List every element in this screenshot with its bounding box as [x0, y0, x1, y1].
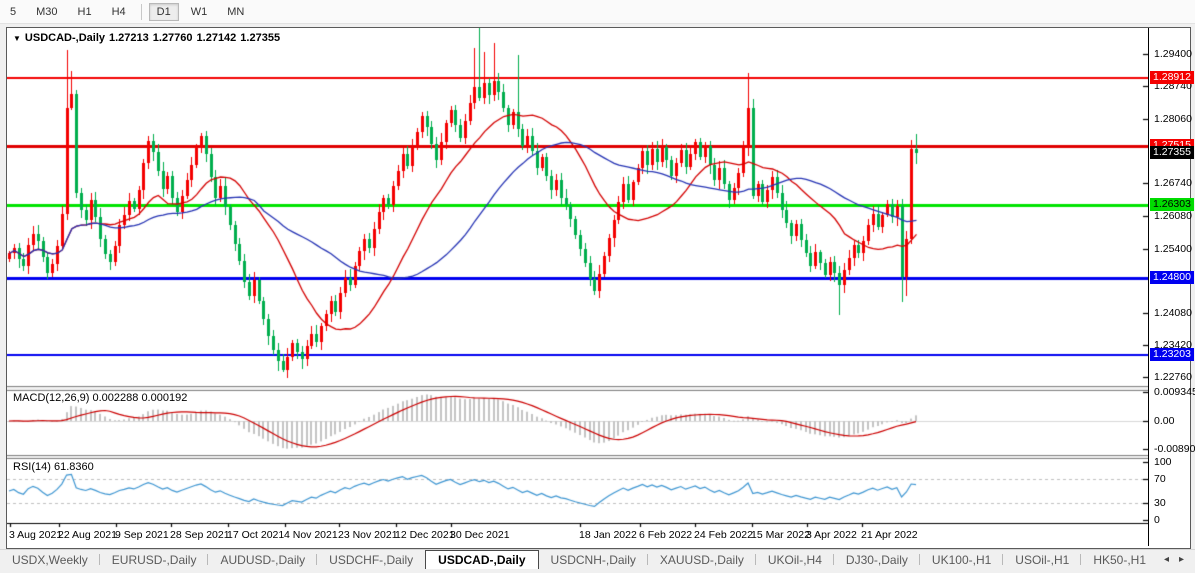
- timeframe-button-5[interactable]: 5: [2, 3, 24, 21]
- chart-canvas[interactable]: [7, 28, 1148, 546]
- rsi-tick-label: 100: [1154, 456, 1172, 468]
- chart-tab-usoil[interactable]: USOil-,H1: [1003, 550, 1081, 569]
- rsi-tick-label: 70: [1154, 473, 1166, 485]
- macd-tick-label: -0.008902: [1154, 443, 1195, 455]
- chart-tab-hk50[interactable]: HK50-,H1: [1081, 550, 1158, 569]
- date-label: 18 Jan 2022: [579, 529, 637, 541]
- date-label: 15 Mar 2022: [751, 529, 810, 541]
- price-tick-label: 1.29400: [1154, 48, 1192, 60]
- timeframe-button-w1[interactable]: W1: [183, 3, 216, 21]
- chart-tab-xauusd[interactable]: XAUUSD-,Daily: [648, 550, 756, 569]
- price-badge: 1.27355: [1150, 146, 1194, 159]
- chart-title: ▼ USDCAD-,Daily 1.27213 1.27760 1.27142 …: [13, 32, 280, 44]
- macd-label: MACD(12,26,9) 0.002288 0.000192: [13, 392, 187, 404]
- toolbar-separator: [141, 4, 142, 20]
- date-label: 6 Feb 2022: [639, 529, 692, 541]
- timeframe-toolbar: 5M30 H1H4 D1W1MN: [0, 0, 1195, 24]
- chart-tab-uk100[interactable]: UK100-,H1: [920, 550, 1003, 569]
- rsi-label: RSI(14) 61.8360: [13, 461, 94, 473]
- macd-tick-label: 0.009345: [1154, 386, 1195, 398]
- date-label: 30 Dec 2021: [450, 529, 510, 541]
- chevron-down-icon[interactable]: ▼: [13, 34, 21, 43]
- quote-close: 1.27355: [240, 32, 280, 44]
- chart-tab-bar: USDX,WeeklyEURUSD-,DailyAUDUSD-,DailyUSD…: [0, 549, 1195, 569]
- macd-tick-label: 0.00: [1154, 415, 1174, 427]
- price-badge: 1.28912: [1150, 71, 1194, 84]
- price-axis[interactable]: 1.294001.287401.280601.267401.260801.254…: [1148, 28, 1190, 546]
- price-tick-label: 1.22760: [1154, 371, 1192, 383]
- date-label: 21 Apr 2022: [861, 529, 918, 541]
- timeframe-button-m30[interactable]: M30: [28, 3, 65, 21]
- tab-scroll-right-icon[interactable]: ▸: [1179, 554, 1184, 565]
- chart-tab-usdchf[interactable]: USDCHF-,Daily: [317, 550, 425, 569]
- tab-scroll-left-icon[interactable]: ◂: [1164, 554, 1169, 565]
- date-label: 22 Aug 2021: [58, 529, 117, 541]
- date-label: 23 Nov 2021: [338, 529, 398, 541]
- quote-open: 1.27213: [109, 32, 149, 44]
- chart-tab-usdx[interactable]: USDX,Weekly: [0, 550, 100, 569]
- price-tick-label: 1.28060: [1154, 113, 1192, 125]
- quote-high: 1.27760: [153, 32, 193, 44]
- price-badge: 1.26303: [1150, 198, 1194, 211]
- date-label: 3 Apr 2022: [806, 529, 857, 541]
- date-label: 3 Aug 2021: [9, 529, 62, 541]
- chart-tab-usdcnh[interactable]: USDCNH-,Daily: [539, 550, 648, 569]
- price-badge: 1.23203: [1150, 348, 1194, 361]
- timeframe-button-h4[interactable]: H4: [104, 3, 134, 21]
- timeframe-button-h1[interactable]: H1: [70, 3, 100, 21]
- chart-tab-eurusd[interactable]: EURUSD-,Daily: [100, 550, 209, 569]
- price-badge: 1.24800: [1150, 271, 1194, 284]
- date-label: 28 Sep 2021: [170, 529, 230, 541]
- chart-tab-usdcad[interactable]: USDCAD-,Daily: [425, 550, 538, 569]
- rsi-tick-label: 0: [1154, 514, 1160, 526]
- chart-tab-dj30[interactable]: DJ30-,Daily: [834, 550, 920, 569]
- date-label: 9 Sep 2021: [115, 529, 169, 541]
- chart-tab-audusd[interactable]: AUDUSD-,Daily: [208, 550, 317, 569]
- quote-low: 1.27142: [197, 32, 237, 44]
- rsi-tick-label: 30: [1154, 497, 1166, 509]
- price-tick-label: 1.26740: [1154, 177, 1192, 189]
- chart-symbol-label: USDCAD-,Daily: [25, 32, 105, 44]
- price-tick-label: 1.24080: [1154, 307, 1192, 319]
- timeframe-button-d1[interactable]: D1: [149, 3, 179, 21]
- price-tick-label: 1.26080: [1154, 210, 1192, 222]
- date-label: 24 Feb 2022: [694, 529, 753, 541]
- chart-window: ▼ USDCAD-,Daily 1.27213 1.27760 1.27142 …: [6, 27, 1191, 549]
- date-label: 12 Dec 2021: [395, 529, 455, 541]
- mt4-window: 5M30 H1H4 D1W1MN ▼ USDCAD-,Daily 1.27213 1…: [0, 0, 1195, 573]
- price-tick-label: 1.25400: [1154, 243, 1192, 255]
- timeframe-button-mn[interactable]: MN: [219, 3, 252, 21]
- date-label: 17 Oct 2021: [227, 529, 284, 541]
- date-label: 4 Nov 2021: [284, 529, 338, 541]
- status-strip: [0, 568, 1195, 573]
- chart-tab-ukoil[interactable]: UKOil-,H4: [756, 550, 834, 569]
